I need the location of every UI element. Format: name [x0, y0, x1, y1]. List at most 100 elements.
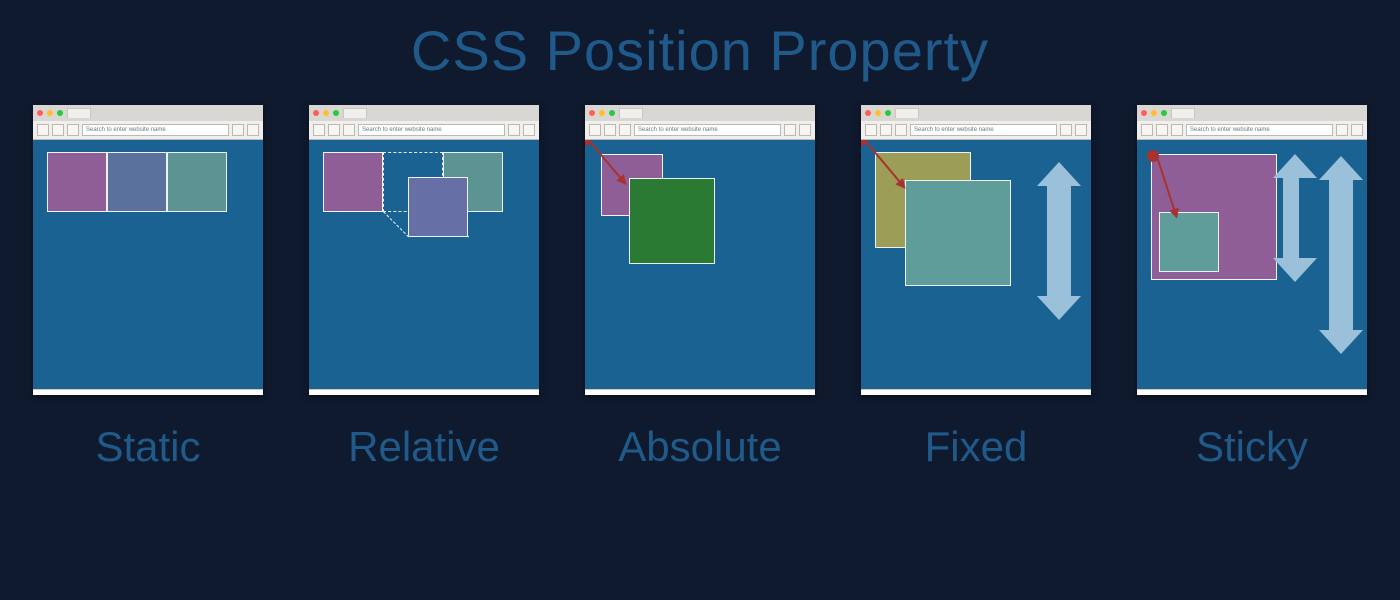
- browser-tab: [895, 108, 919, 118]
- traffic-light-close-icon: [1141, 110, 1147, 116]
- origin-pin-icon: [861, 140, 867, 146]
- traffic-light-zoom-icon: [333, 110, 339, 116]
- browser-chrome: Search to enter website name: [309, 105, 539, 140]
- caption-static: Static: [95, 423, 200, 471]
- traffic-light-minimize-icon: [1151, 110, 1157, 116]
- browser-toolbar: Search to enter website name: [585, 121, 815, 139]
- tabs-icon: [1075, 124, 1087, 136]
- caption-relative: Relative: [348, 423, 500, 471]
- box-green-absolute: [629, 178, 715, 264]
- traffic-light-close-icon: [865, 110, 871, 116]
- browser-tab: [67, 108, 91, 118]
- browser-toolbar: Search to enter website name: [1137, 121, 1367, 139]
- box-purple: [323, 152, 383, 212]
- panels-row: Search to enter website name Static: [0, 105, 1400, 471]
- viewport-sticky: [1137, 140, 1367, 389]
- share-icon: [508, 124, 520, 136]
- browser-tab: [619, 108, 643, 118]
- traffic-light-close-icon: [313, 110, 319, 116]
- scroll-arrow-outer-icon: [1329, 180, 1353, 330]
- traffic-light-close-icon: [37, 110, 43, 116]
- nav-reload-icon: [619, 124, 631, 136]
- box-purple: [47, 152, 107, 212]
- nav-reload-icon: [1171, 124, 1183, 136]
- nav-back-icon: [313, 124, 325, 136]
- browser-window-relative: Search to enter website name: [309, 105, 539, 395]
- scroll-arrow-icon: [1047, 186, 1071, 296]
- browser-bottombar: [861, 389, 1091, 395]
- traffic-light-minimize-icon: [875, 110, 881, 116]
- origin-pin-icon: [1147, 150, 1159, 162]
- nav-back-icon: [1141, 124, 1153, 136]
- viewport-absolute: [585, 140, 815, 389]
- traffic-light-minimize-icon: [323, 110, 329, 116]
- browser-chrome: Search to enter website name: [1137, 105, 1367, 140]
- browser-tabrow: [309, 105, 539, 121]
- browser-tab: [343, 108, 367, 118]
- traffic-light-minimize-icon: [599, 110, 605, 116]
- tabs-icon: [799, 124, 811, 136]
- browser-bottombar: [585, 389, 815, 395]
- share-icon: [232, 124, 244, 136]
- browser-window-absolute: Search to enter website name: [585, 105, 815, 395]
- traffic-light-zoom-icon: [885, 110, 891, 116]
- url-bar: Search to enter website name: [634, 124, 781, 136]
- nav-back-icon: [589, 124, 601, 136]
- share-icon: [1336, 124, 1348, 136]
- traffic-light-zoom-icon: [1161, 110, 1167, 116]
- panel-absolute: Search to enter website name Absolute: [575, 105, 825, 471]
- viewport-static: [33, 140, 263, 389]
- viewport-relative: [309, 140, 539, 389]
- browser-window-fixed: Search to enter website name: [861, 105, 1091, 395]
- caption-sticky: Sticky: [1196, 423, 1308, 471]
- nav-reload-icon: [895, 124, 907, 136]
- panel-relative: Search to enter website name Relative: [299, 105, 549, 471]
- origin-pin-icon: [585, 140, 591, 146]
- browser-tabrow: [861, 105, 1091, 121]
- panel-sticky: Search to enter website name Sticky: [1127, 105, 1377, 471]
- browser-bottombar: [309, 389, 539, 395]
- browser-chrome: Search to enter website name: [33, 105, 263, 140]
- caption-fixed: Fixed: [925, 423, 1028, 471]
- offset-line-1-icon: [383, 211, 409, 237]
- share-icon: [784, 124, 796, 136]
- browser-toolbar: Search to enter website name: [309, 121, 539, 139]
- tabs-icon: [247, 124, 259, 136]
- browser-chrome: Search to enter website name: [861, 105, 1091, 140]
- box-indigo-offset: [408, 177, 468, 237]
- nav-forward-icon: [1156, 124, 1168, 136]
- nav-forward-icon: [880, 124, 892, 136]
- share-icon: [1060, 124, 1072, 136]
- browser-toolbar: Search to enter website name: [861, 121, 1091, 139]
- browser-bottombar: [1137, 389, 1367, 395]
- nav-forward-icon: [328, 124, 340, 136]
- traffic-light-close-icon: [589, 110, 595, 116]
- nav-back-icon: [865, 124, 877, 136]
- caption-absolute: Absolute: [618, 423, 781, 471]
- viewport-fixed: [861, 140, 1091, 389]
- traffic-light-zoom-icon: [609, 110, 615, 116]
- nav-forward-icon: [604, 124, 616, 136]
- scroll-arrow-inner-icon: [1283, 178, 1299, 258]
- tabs-icon: [523, 124, 535, 136]
- browser-window-sticky: Search to enter website name: [1137, 105, 1367, 395]
- diagram-title: CSS Position Property: [0, 0, 1400, 105]
- nav-reload-icon: [67, 124, 79, 136]
- traffic-light-minimize-icon: [47, 110, 53, 116]
- url-bar: Search to enter website name: [358, 124, 505, 136]
- box-teal-sticky: [1159, 212, 1219, 272]
- browser-bottombar: [33, 389, 263, 395]
- panel-fixed: Search to enter website name Fixed: [851, 105, 1101, 471]
- traffic-light-zoom-icon: [57, 110, 63, 116]
- box-teal: [167, 152, 227, 212]
- url-bar: Search to enter website name: [1186, 124, 1333, 136]
- url-bar: Search to enter website name: [82, 124, 229, 136]
- panel-static: Search to enter website name Static: [23, 105, 273, 471]
- browser-window-static: Search to enter website name: [33, 105, 263, 395]
- browser-tabrow: [1137, 105, 1367, 121]
- browser-tabrow: [585, 105, 815, 121]
- nav-reload-icon: [343, 124, 355, 136]
- browser-tabrow: [33, 105, 263, 121]
- browser-chrome: Search to enter website name: [585, 105, 815, 140]
- nav-forward-icon: [52, 124, 64, 136]
